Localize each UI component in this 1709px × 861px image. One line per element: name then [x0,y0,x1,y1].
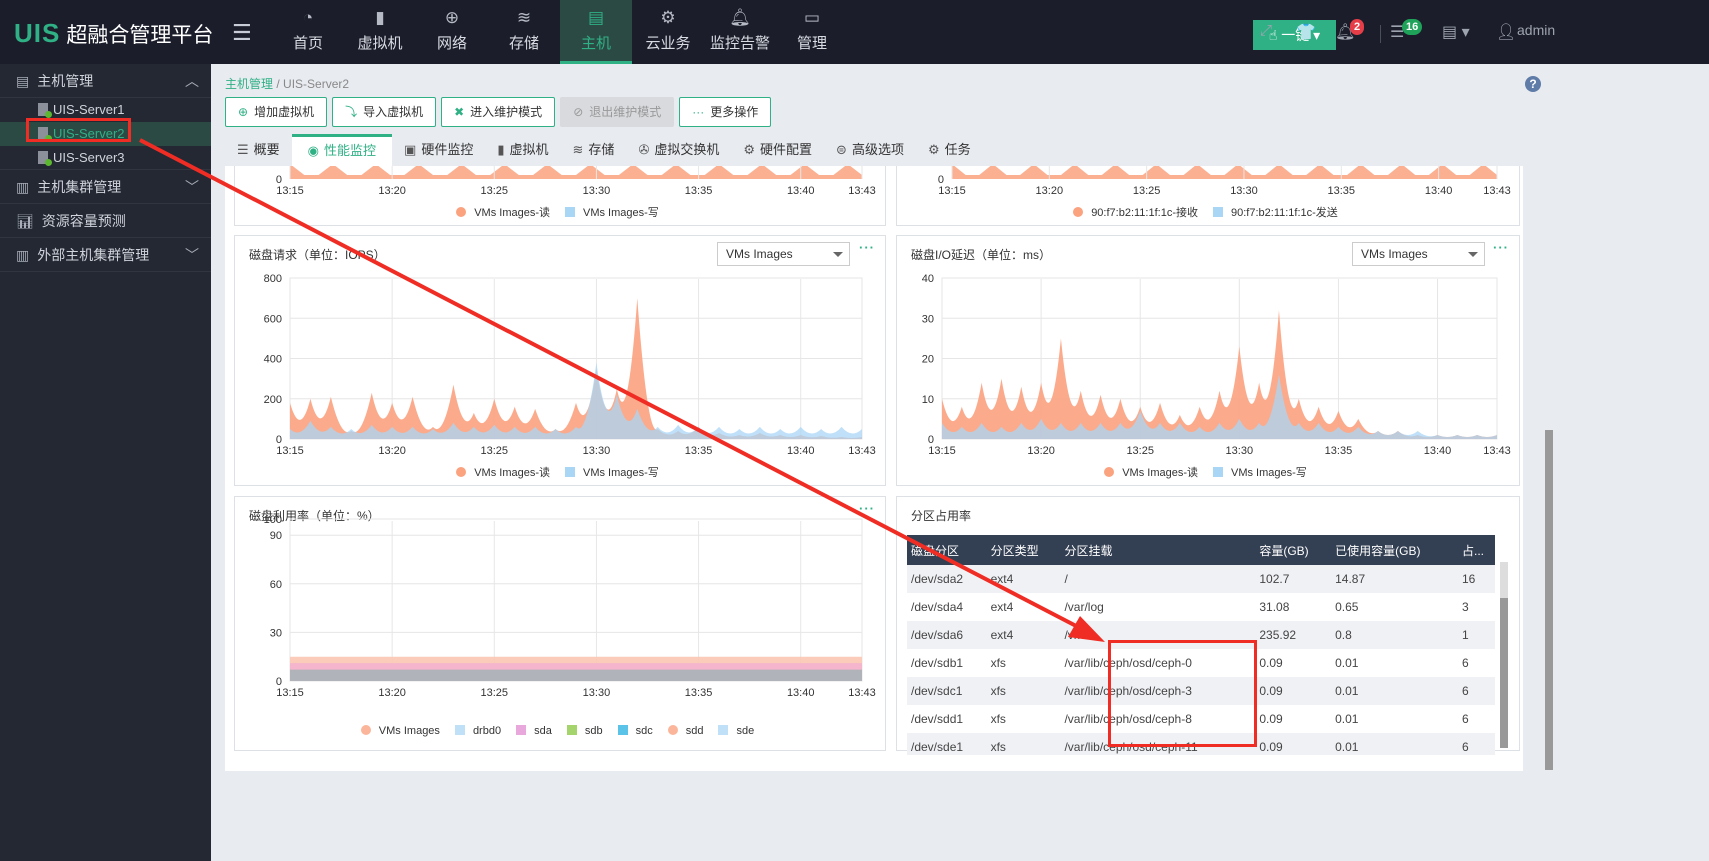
annotation-arrow [139,138,1105,642]
